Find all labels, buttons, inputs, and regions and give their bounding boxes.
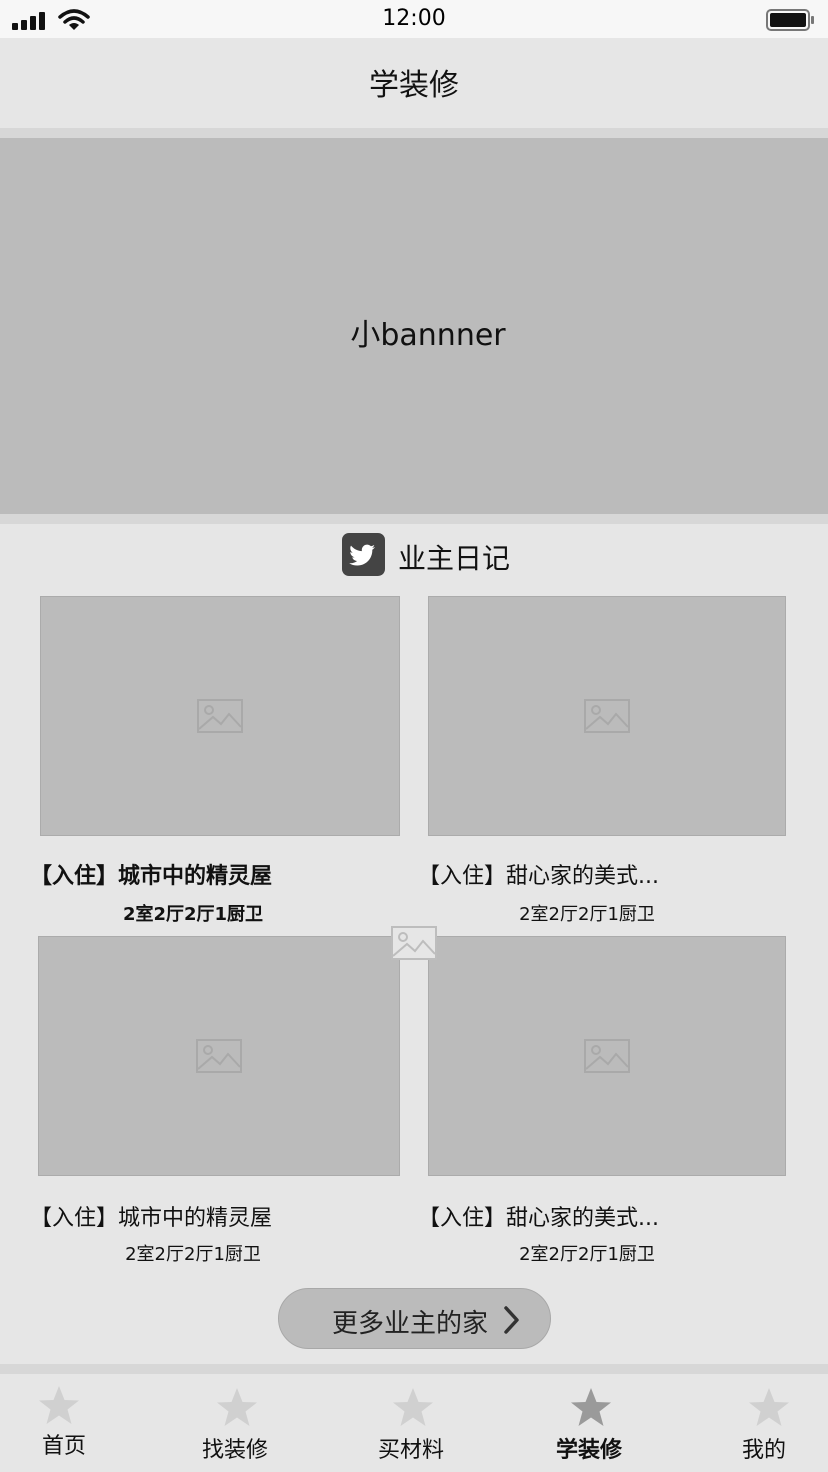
- diary-card-title[interactable]: 【入住】甜心家的美式...: [418, 858, 659, 890]
- image-placeholder-icon: [197, 699, 243, 733]
- diary-card-title[interactable]: 【入住】城市中的精灵屋: [30, 858, 272, 890]
- chevron-right-icon: [504, 1306, 519, 1334]
- image-placeholder-icon: [584, 699, 630, 733]
- image-placeholder-icon: [196, 1039, 242, 1073]
- star-icon: [571, 1388, 611, 1426]
- more-homes-label: 更多业主的家: [332, 1309, 489, 1339]
- tab-label: 买材料: [378, 1438, 445, 1463]
- tab-label: 我的: [742, 1438, 787, 1463]
- star-icon: [217, 1388, 257, 1426]
- tab-label: 找装修: [202, 1438, 269, 1463]
- diary-card-subtitle: 2室2厅2厅1厨卫: [125, 1244, 261, 1265]
- battery-icon: [766, 9, 814, 31]
- image-placeholder-icon: [584, 1039, 630, 1073]
- diary-card-title[interactable]: 【入住】城市中的精灵屋: [30, 1200, 272, 1232]
- diary-card-image[interactable]: [38, 936, 400, 1176]
- tab-label: 首页: [42, 1434, 87, 1459]
- diary-card-subtitle: 2室2厅2厅1厨卫: [519, 904, 655, 925]
- section-title: 业主日记: [398, 542, 511, 575]
- wifi-icon: [58, 9, 90, 30]
- tab-bar: 首页 找装修 买材料 学装修 我的: [0, 1374, 828, 1472]
- divider: [0, 514, 828, 524]
- diary-card-image[interactable]: [428, 936, 786, 1176]
- tab-label: 学装修: [556, 1438, 623, 1463]
- diary-card-image[interactable]: [40, 596, 400, 836]
- status-time: 12:00: [382, 6, 446, 31]
- twitter-bird-icon: [342, 533, 385, 576]
- diary-card-subtitle: 2室2厅2厅1厨卫: [122, 904, 264, 925]
- star-icon: [39, 1386, 79, 1424]
- diary-card-title[interactable]: 【入住】甜心家的美式...: [418, 1200, 659, 1232]
- banner-label: 小bannner: [350, 318, 506, 353]
- page-title: 学装修: [369, 68, 459, 103]
- star-icon: [393, 1388, 433, 1426]
- image-placeholder-icon: [391, 926, 437, 960]
- cellular-signal-icon: [12, 12, 45, 30]
- star-icon: [749, 1388, 789, 1426]
- divider: [0, 1364, 828, 1374]
- diary-card-subtitle: 2室2厅2厅1厨卫: [519, 1244, 655, 1265]
- diary-card-image[interactable]: [428, 596, 786, 836]
- divider: [0, 128, 828, 138]
